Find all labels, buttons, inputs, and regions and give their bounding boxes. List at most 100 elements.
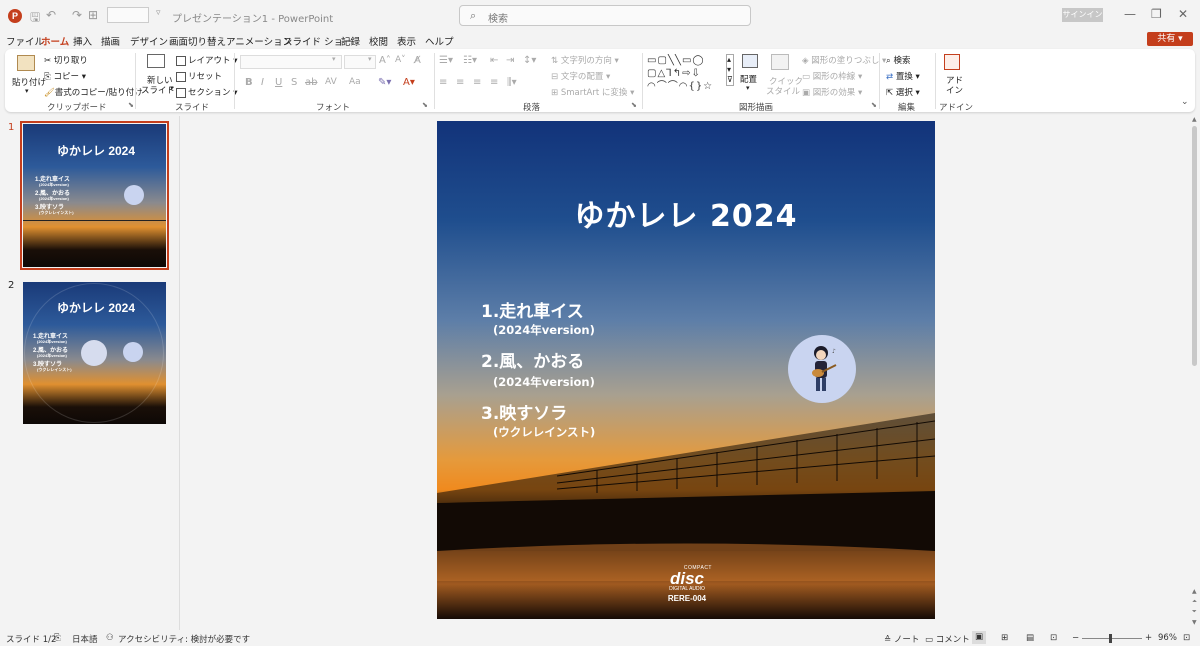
search-box[interactable]: ⌕ 検索 [459,5,751,26]
section-button[interactable]: セクション ▾ [176,86,237,98]
shapes-gallery[interactable]: ▭▢╲╲▭◯ ▢△⅂↰⇨⇩ ◠⌒⌒◠{}☆ [647,54,735,94]
line-spacing-icon[interactable]: ↕▾ [523,55,536,66]
smartart-button[interactable]: ⊞ SmartArt に変換 ▾ [551,86,634,98]
align-center-icon[interactable]: ≡ [456,77,464,88]
vertical-scrollbar[interactable]: ▲ ▲ ⏶ ⏷ ▼ [1190,116,1200,630]
slide-thumbnail-1[interactable]: ゆかレレ 2024 1.走れ車イス (2024年version) 2.風、かおる… [20,121,169,270]
fit-to-window-icon[interactable]: ⊡ [1183,633,1190,643]
shadow-icon[interactable]: S [291,77,297,88]
font-name-dropdown-icon[interactable]: ▾ [332,55,336,63]
save-icon[interactable]: 🖫 [30,8,40,29]
new-slide-icon[interactable] [147,54,165,68]
slideshow-icon[interactable]: ⊡ [1050,633,1057,643]
customize-qat-icon[interactable]: ▿ [156,8,161,18]
accessibility-icon[interactable]: ⚇ [106,633,114,643]
font-name-select[interactable] [240,55,342,69]
zoom-level[interactable]: 96% [1158,633,1177,643]
signin-button[interactable]: サインイン [1062,8,1103,22]
replace-button[interactable]: ⇄ 置換 ▾ [886,70,920,82]
strikethrough-icon[interactable]: ab [305,77,317,88]
increase-font-icon[interactable]: A˄ [379,55,391,66]
numbering-icon[interactable]: ☷▾ [463,55,477,66]
main-slide[interactable]: ゆかレレ 2024 1.走れ車イス (2024年version) 2.風、かおる… [437,121,935,619]
spell-check-icon[interactable]: ⎘ [54,633,61,643]
decrease-indent-icon[interactable]: ⇤ [490,55,498,66]
clipboard-launcher-icon[interactable]: ⬊ [128,101,134,109]
track-subtitle[interactable]: (2024年version) [493,322,595,338]
language-indicator[interactable]: 日本語 [72,633,98,645]
align-text-button[interactable]: ⊟ 文字の配置 ▾ [551,70,610,82]
slide-thumbnail-2[interactable]: ゆかレレ 2024 1.走れ車イス (2024年version) 2.風、かおる… [23,282,166,424]
char-spacing-icon[interactable]: AV [325,77,337,87]
justify-icon[interactable]: ≡ [490,77,498,88]
copy-button[interactable]: ⎘ コピー ▾ [44,70,86,82]
format-painter-button[interactable]: 🖌書式のコピー/貼り付け [44,86,143,98]
addins-icon[interactable] [944,54,960,70]
shapes-scroll-icon[interactable]: ▴ ▾ ⊽ [726,54,734,86]
tab-review[interactable]: 校閲 [369,34,388,48]
highlight-icon[interactable]: ✎▾ [378,77,391,88]
scrollbar-thumb[interactable] [1192,126,1197,366]
drawing-launcher-icon[interactable]: ⬊ [871,101,877,109]
minimize-icon[interactable]: — [1124,7,1136,21]
tab-file[interactable]: ファイル [6,34,44,48]
font-launcher-icon[interactable]: ⬊ [422,101,428,109]
tab-draw[interactable]: 描画 [101,34,120,48]
select-button[interactable]: ⇱ 選択 ▾ [886,86,920,98]
shape-outline-button[interactable]: ▭ 図形の枠線 ▾ [802,70,862,82]
zoom-in-icon[interactable]: + [1145,633,1152,643]
collapse-ribbon-icon[interactable]: ⌄ [1181,97,1189,107]
slide-sorter-icon[interactable]: ⊞ [1001,633,1008,643]
arrange-icon[interactable] [742,54,758,68]
track-subtitle[interactable]: (ウクレレインスト) [493,424,595,440]
tab-record[interactable]: 記録 [341,34,360,48]
scroll-up-icon[interactable]: ▲ [1192,588,1197,595]
arrange-dropdown-icon[interactable]: ▾ [746,84,750,92]
notes-button[interactable]: ≙ ノート [884,633,919,645]
track-title[interactable]: 3.映すソラ [481,399,567,424]
prev-slide-icon[interactable]: ⏶ [1192,598,1197,606]
scroll-down-icon[interactable]: ▼ [1192,619,1197,626]
presenter-icon[interactable]: ⊞ [88,8,98,22]
paste-icon[interactable] [17,55,35,71]
redo-icon[interactable]: ↷ [72,8,82,22]
comments-button[interactable]: ▭ コメント [925,633,970,645]
tab-transitions[interactable]: 画面切り替え [169,34,226,48]
italic-icon[interactable]: I [261,77,264,88]
track-subtitle[interactable]: (2024年version) [493,374,595,390]
align-right-icon[interactable]: ≡ [473,77,481,88]
align-left-icon[interactable]: ≡ [439,77,447,88]
paste-button[interactable]: 貼り付け [12,76,46,88]
quick-styles-icon[interactable] [771,54,789,70]
clear-format-icon[interactable]: A̸ [414,55,421,66]
share-button[interactable]: 共有 ▾ [1147,32,1193,46]
quick-styles-label-2[interactable]: スタイル [766,85,800,97]
tab-home[interactable]: ホーム [41,34,70,51]
font-size-dropdown-icon[interactable]: ▾ [368,55,372,63]
accessibility-status[interactable]: アクセシビリティ: 検討が必要です [118,633,250,645]
underline-icon[interactable]: U [275,77,282,88]
columns-icon[interactable]: ⫼▾ [507,77,517,88]
slide-title[interactable]: ゆかレレ 2024 [437,191,935,235]
tab-design[interactable]: デザイン [130,34,168,48]
tab-insert[interactable]: 挿入 [73,34,92,48]
next-slide-icon[interactable]: ⏷ [1192,608,1197,616]
scroll-up-icon[interactable]: ▲ [1192,116,1197,123]
zoom-slider-thumb[interactable] [1109,634,1112,643]
shape-effects-button[interactable]: ▣ 図形の効果 ▾ [802,86,862,98]
track-title[interactable]: 1.走れ車イス [481,297,584,322]
font-size-quick-box[interactable] [107,7,149,23]
zoom-out-icon[interactable]: − [1072,633,1079,643]
change-case-icon[interactable]: Aa [349,77,361,87]
reading-view-icon[interactable]: ▤ [1026,633,1034,643]
restore-icon[interactable]: ❐ [1151,7,1162,21]
reset-button[interactable]: リセット [176,70,222,82]
track-title[interactable]: 2.風、かおる [481,347,584,372]
new-slide-dropdown-icon[interactable]: ▾ [170,84,174,92]
shape-fill-button[interactable]: ◈ 図形の塗りつぶし ▾ [802,54,886,66]
bold-icon[interactable]: B [245,77,253,88]
ukulele-player-avatar[interactable]: ♪ [788,335,856,403]
tab-help[interactable]: ヘルプ [425,34,454,48]
decrease-font-icon[interactable]: A˅ [395,55,406,65]
normal-view-icon[interactable]: ▣ [972,631,987,644]
